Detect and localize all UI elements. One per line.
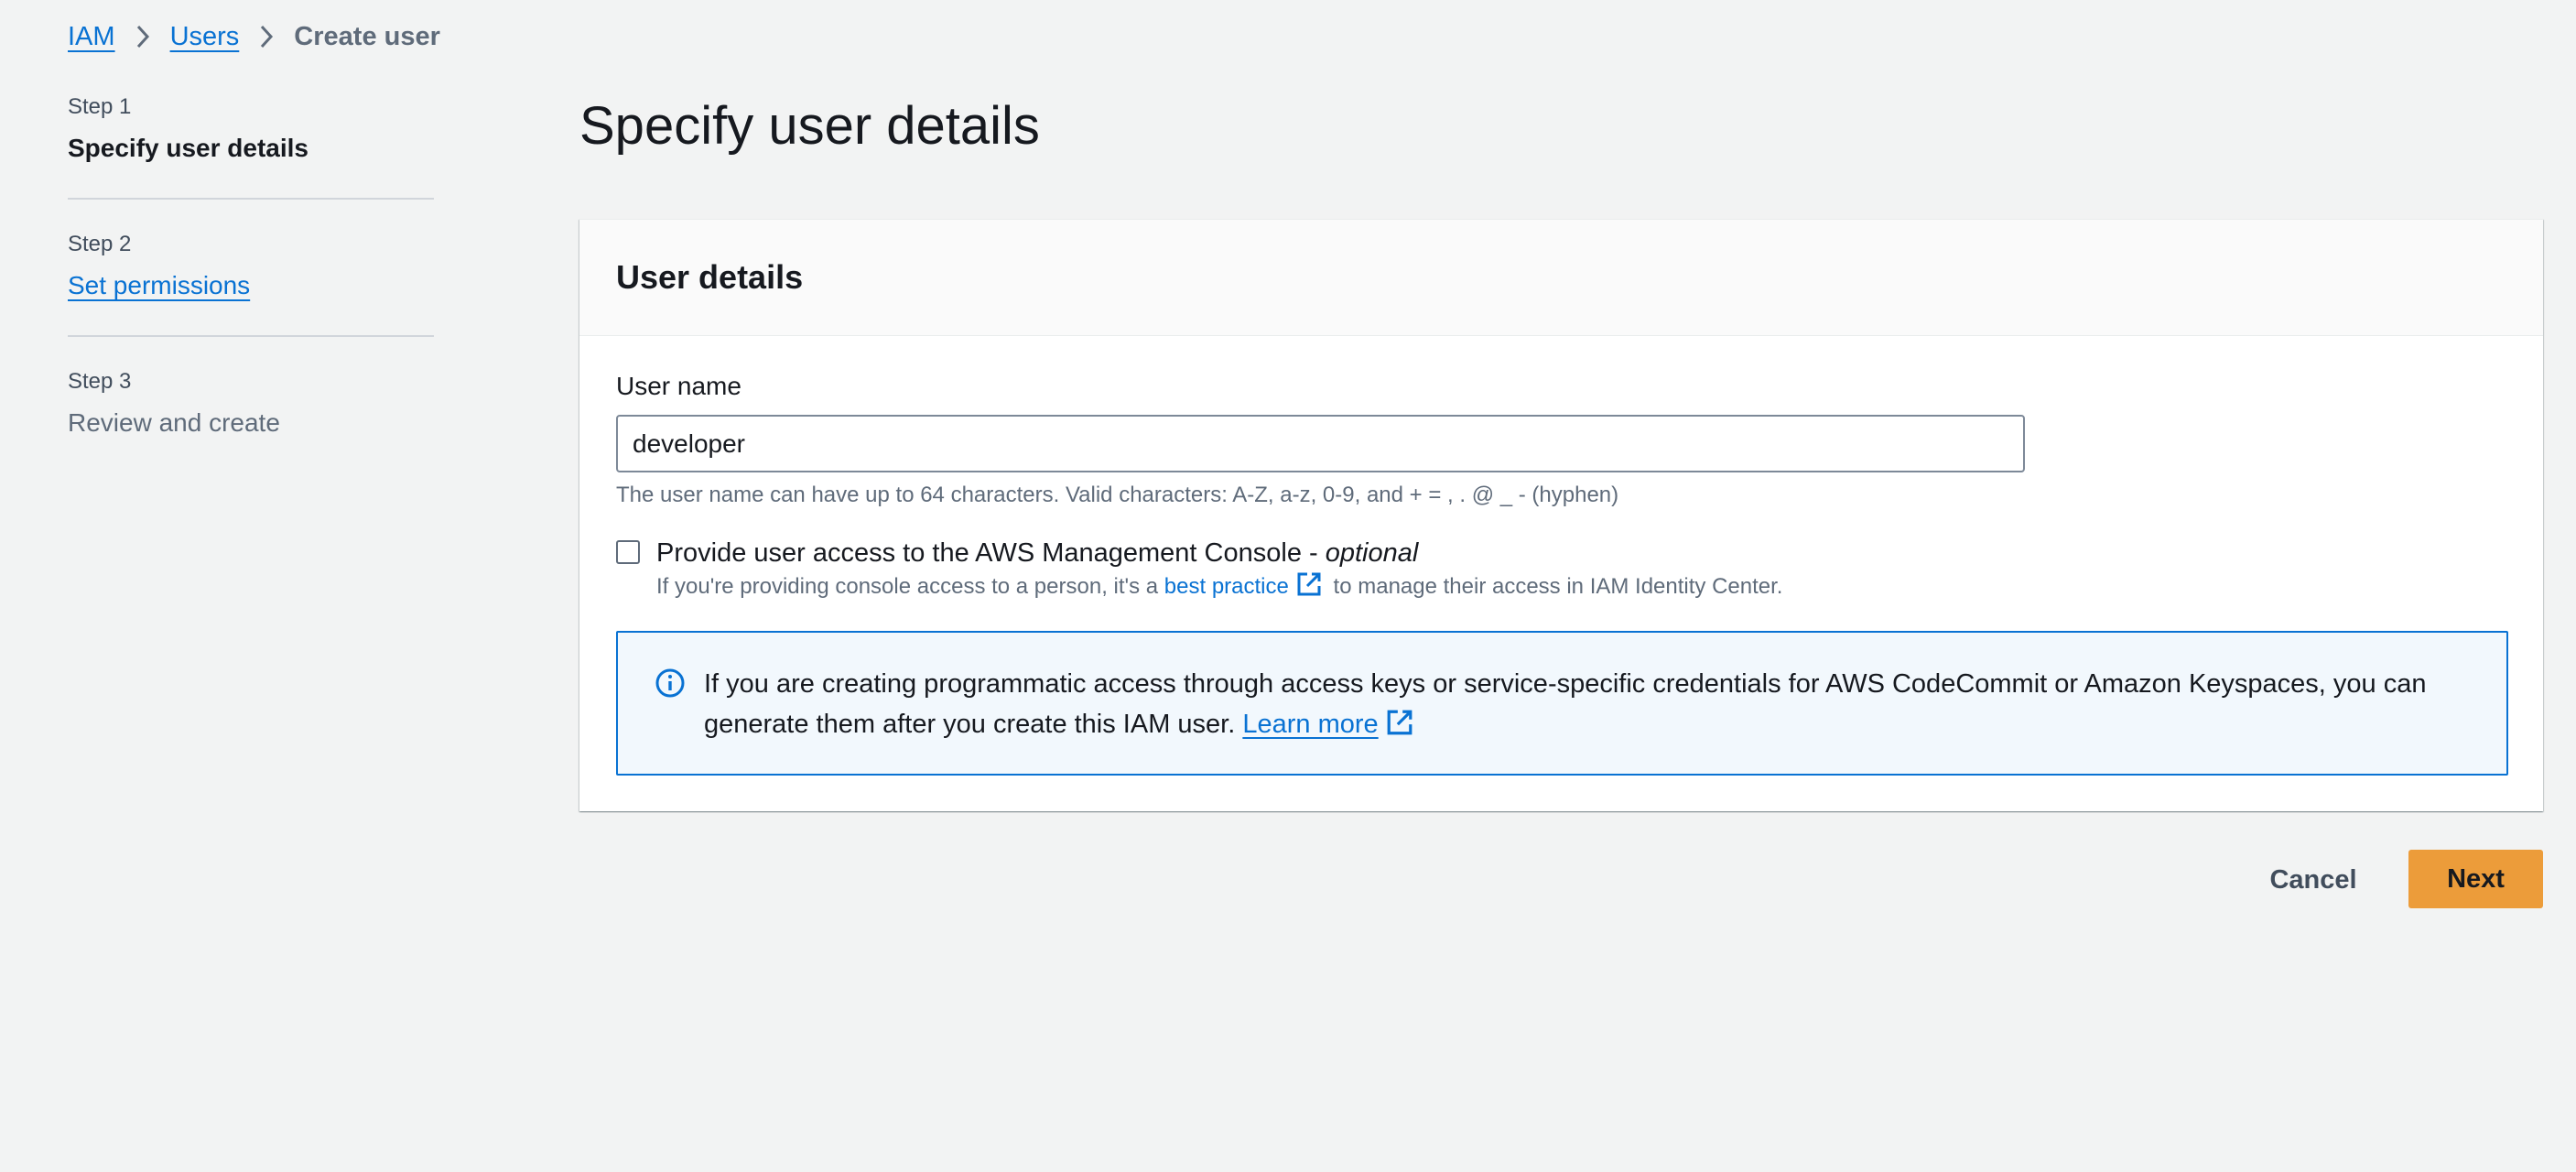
step-1: Step 1 Specify user details <box>68 92 434 200</box>
learn-more-link[interactable]: Learn more <box>1242 710 1378 739</box>
desc-before: If you're providing console access to a … <box>656 574 1164 599</box>
info-alert-message: If you are creating programmatic access … <box>704 669 2427 739</box>
panel-title: User details <box>616 258 804 296</box>
next-button[interactable]: Next <box>2408 850 2543 908</box>
wizard-steps: Step 1 Specify user details Step 2 Set p… <box>68 92 434 502</box>
optional-label: optional <box>1325 538 1419 568</box>
panel-header: User details <box>579 220 2543 336</box>
chevron-right-icon <box>255 18 277 55</box>
user-name-label: User name <box>616 372 741 400</box>
user-details-panel: User details User name The user name can… <box>579 219 2543 811</box>
breadcrumb-users[interactable]: Users <box>170 22 240 52</box>
cancel-button[interactable]: Cancel <box>2252 852 2375 908</box>
console-access-description: If you're providing console access to a … <box>656 571 1782 606</box>
console-access-label-text: Provide user access to the AWS Managemen… <box>656 538 1326 568</box>
console-access-label[interactable]: Provide user access to the AWS Managemen… <box>656 537 1782 570</box>
breadcrumb-iam[interactable]: IAM <box>68 22 115 52</box>
step-link-set-permissions[interactable]: Set permissions <box>68 267 434 304</box>
breadcrumb-create-user: Create user <box>294 21 440 51</box>
console-access-text: Provide user access to the AWS Managemen… <box>656 537 1782 606</box>
programmatic-access-info-alert: If you are creating programmatic access … <box>616 631 2508 776</box>
best-practice-link[interactable]: best practice <box>1164 574 1289 599</box>
console-access-option: Provide user access to the AWS Managemen… <box>616 537 1782 606</box>
user-name-constraint: The user name can have up to 64 characte… <box>616 483 1619 507</box>
step-3: Step 3 Review and create <box>68 366 434 472</box>
step-2: Step 2 Set permissions <box>68 229 434 337</box>
desc-after: to manage their access in IAM Identity C… <box>1326 574 1783 599</box>
step-title-review-and-create: Review and create <box>68 408 280 437</box>
console-access-checkbox[interactable] <box>616 540 640 564</box>
user-name-input[interactable] <box>616 415 2025 472</box>
info-icon <box>655 667 686 699</box>
step-number: Step 2 <box>68 232 132 256</box>
step-number: Step 3 <box>68 369 132 394</box>
chevron-right-icon <box>132 18 154 55</box>
external-link-icon[interactable] <box>1386 708 1413 748</box>
info-alert-text: If you are creating programmatic access … <box>704 664 2470 774</box>
external-link-icon[interactable] <box>1296 571 1322 606</box>
breadcrumb: IAM Users Create user <box>68 18 440 55</box>
page-title: Specify user details <box>579 96 1040 156</box>
step-number: Step 1 <box>68 94 132 119</box>
step-title-specify-user-details: Specify user details <box>68 134 309 162</box>
